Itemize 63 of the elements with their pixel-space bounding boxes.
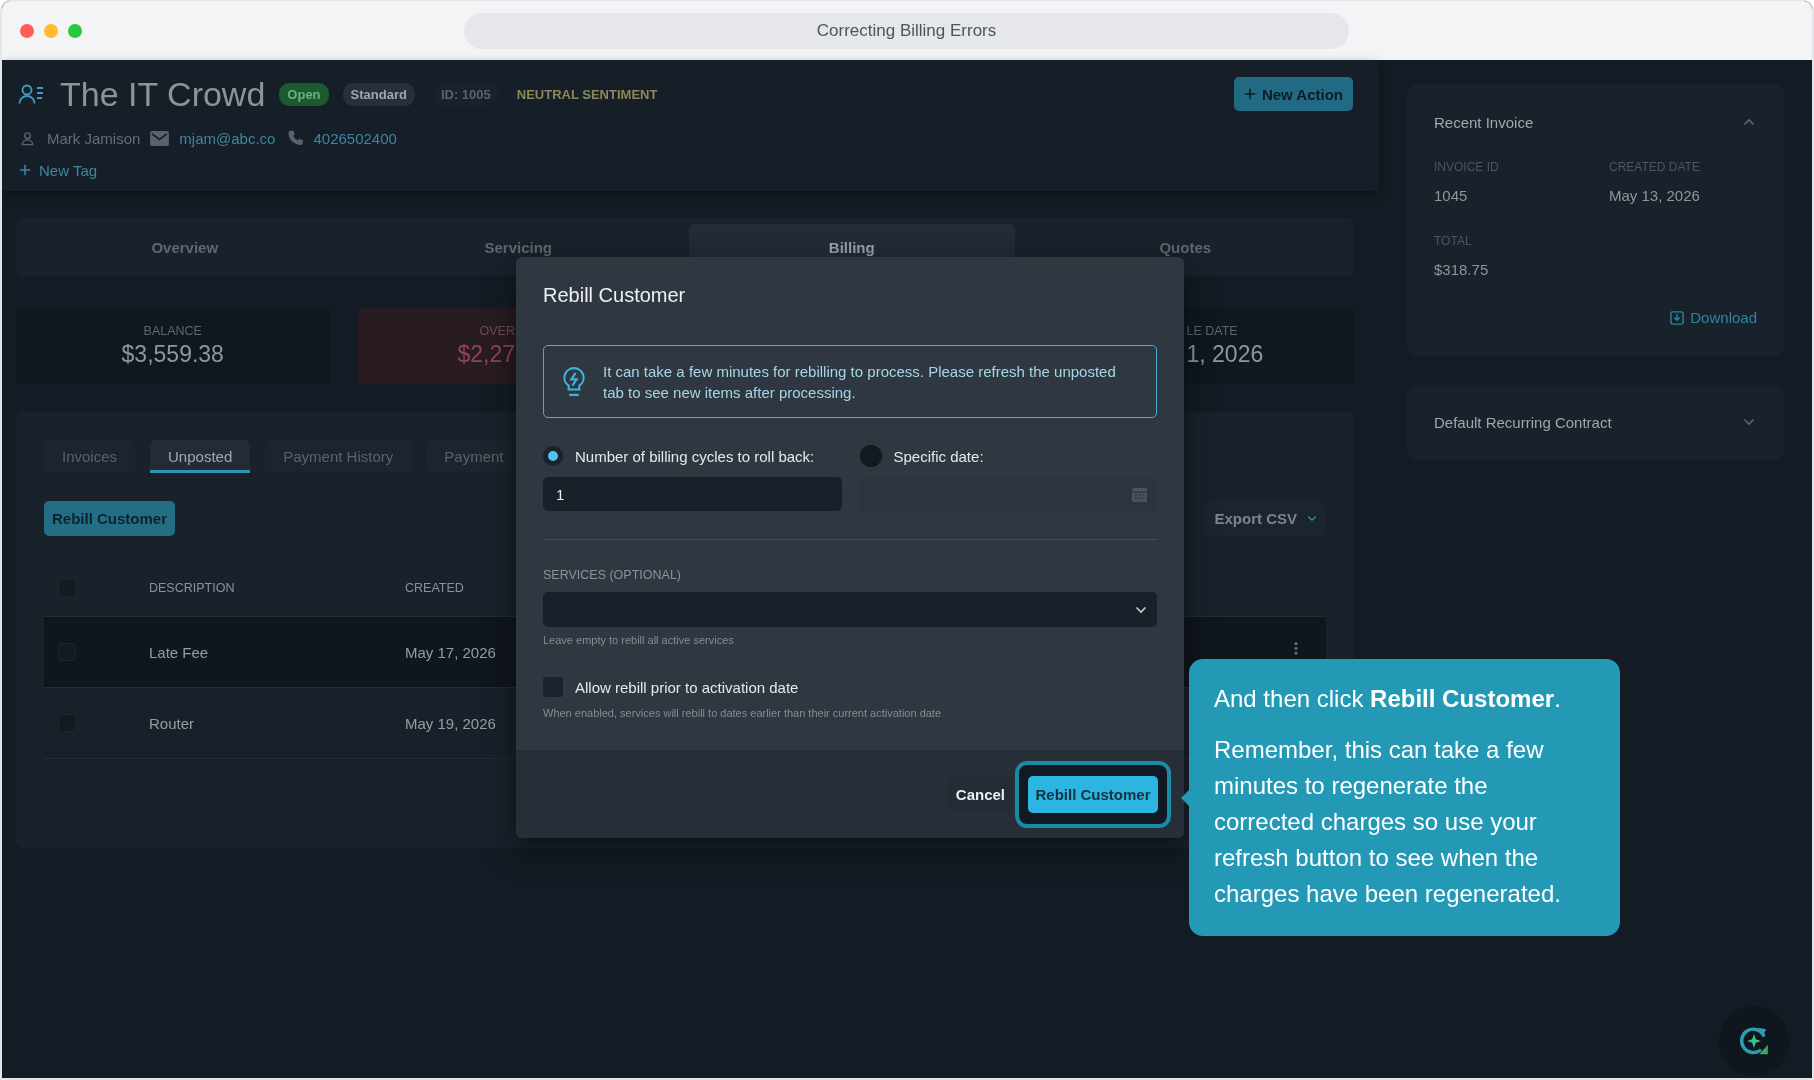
services-select[interactable] — [543, 592, 1157, 627]
hint-text: Leave empty to rebill all active services — [543, 634, 735, 647]
info-text: It can take a few minutes for rebilling to process. Please refresh the unposted tab to see new items after processing. — [603, 361, 1117, 403]
new-tag-button[interactable]: New Tag — [19, 161, 98, 179]
radio-button[interactable] — [859, 445, 882, 467]
plus-icon — [1243, 88, 1256, 100]
checkbox-label: Allow rebill prior to activation date — [575, 678, 799, 696]
kebab-menu-icon[interactable] — [1294, 641, 1298, 655]
contact-name: Mark Jamison — [47, 129, 141, 147]
cancel-button[interactable]: Cancel — [947, 777, 1013, 811]
download-icon — [1670, 311, 1685, 325]
hint-text: When enabled, services will rebill to dates earlier than their current activation date — [543, 707, 943, 720]
number-field[interactable]: 1 — [543, 477, 842, 511]
table-cell-text: Late Fee — [149, 643, 210, 661]
column-header: DESCRIPTION — [149, 581, 236, 595]
card-title: Default Recurring Contract — [1434, 413, 1612, 431]
contact-list-icon — [18, 83, 44, 105]
address-bar[interactable]: Correcting Billing Errors — [464, 12, 1349, 49]
dialog-title: Rebill Customer — [543, 283, 687, 307]
envelope-icon — [150, 130, 170, 146]
field-value: May 13, 2026 — [1609, 187, 1701, 205]
tooltip-text: And then click Rebill Customer. — [1214, 684, 1562, 714]
field-label: SERVICES (OPTIONAL) — [543, 568, 682, 583]
lightbulb-icon — [561, 365, 587, 398]
customer-name: The IT Crowd — [60, 74, 266, 114]
new-action-button[interactable]: New Action — [1233, 77, 1353, 111]
calendar-icon — [1131, 485, 1148, 503]
card-title: Recent Invoice — [1434, 113, 1534, 131]
option-label: Number of billing cycles to roll back: — [575, 447, 815, 465]
maximize-window-button[interactable] — [68, 23, 82, 38]
confirm-button[interactable]: Rebill Customer — [1028, 775, 1158, 813]
download-link[interactable]: Download — [1670, 309, 1757, 327]
stat-label: BALANCE — [143, 324, 202, 338]
phone-icon — [287, 130, 304, 146]
status-badge: Open — [279, 82, 329, 106]
minimize-window-button[interactable] — [44, 23, 58, 38]
chevron-down-icon[interactable] — [1743, 418, 1755, 426]
plan-badge: Standard — [342, 82, 415, 106]
chevron-up-icon[interactable] — [1743, 118, 1755, 126]
field-value: $318.75 — [1434, 261, 1490, 279]
close-window-button[interactable] — [20, 23, 34, 38]
table-cell-text: Router — [149, 714, 196, 732]
table-cell-text: May 17, 2026 — [405, 643, 497, 661]
phone-link[interactable]: 4026502400 — [313, 129, 397, 147]
stat-label: OVER — [479, 324, 515, 338]
section-tab[interactable]: Overview — [22, 224, 348, 270]
stat-value: $2,27 — [457, 341, 515, 368]
email-link[interactable]: mjam@abc.co — [179, 129, 276, 147]
chevron-down-icon — [1135, 605, 1147, 614]
person-icon — [20, 130, 35, 146]
stat-value: $3,559.38 — [121, 341, 224, 368]
option-label: Specific date: — [893, 447, 984, 465]
column-header: CREATED — [405, 581, 465, 595]
sub-tab[interactable]: Unposted — [150, 440, 251, 473]
radio-button[interactable] — [543, 446, 563, 466]
sentiment-label: NEUTRAL SENTIMENT — [516, 85, 659, 104]
plus-icon — [19, 164, 31, 176]
chevron-down-icon — [1307, 515, 1317, 522]
field-value: 1045 — [1434, 187, 1469, 205]
stat-value: 1, 2026 — [1186, 341, 1264, 368]
rebill-customer-button[interactable]: Rebill Customer — [44, 501, 176, 536]
stat-label: LE DATE — [1186, 324, 1238, 338]
tooltip-text: Remember, this can take a few minutes to regenerate the corrected charges so use your refresh button to see when the charges have been regenerated. — [1214, 735, 1562, 909]
